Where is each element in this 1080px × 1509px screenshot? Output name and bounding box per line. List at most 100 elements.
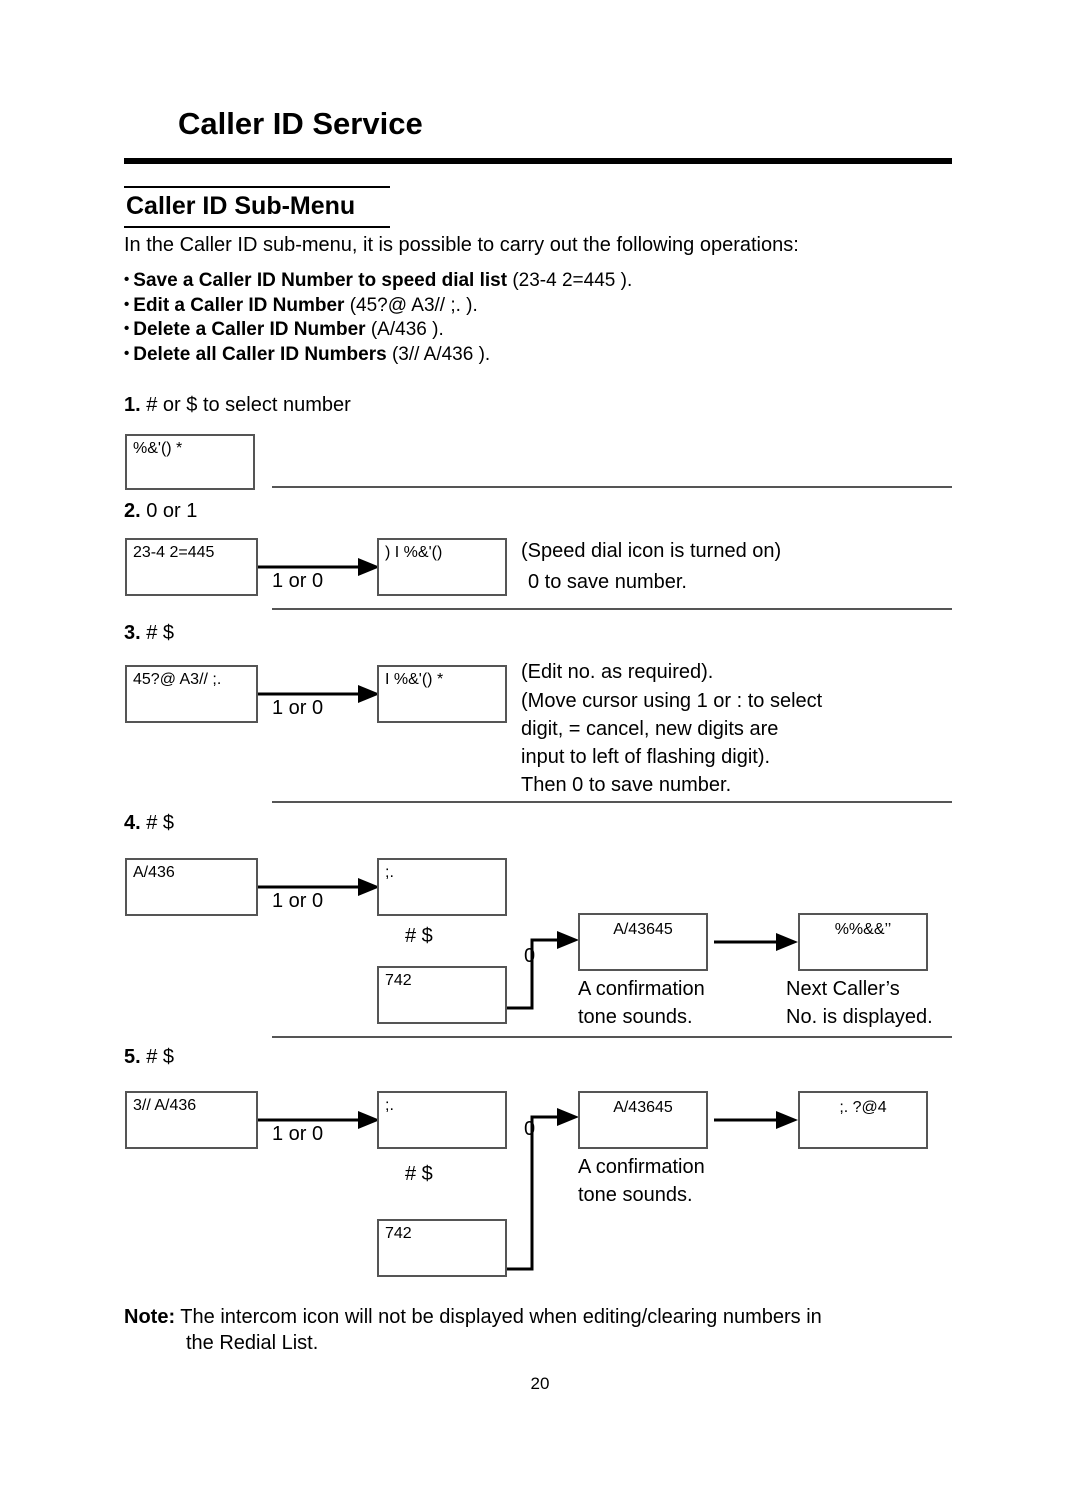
lcd-display-step4-before: A/436 <box>125 858 258 916</box>
lcd-text: A/43645 <box>613 1099 673 1116</box>
step3-note-5: Then 0 to save number. <box>521 774 732 796</box>
lcd-display-step5-next: ;. ?@4 <box>798 1091 928 1149</box>
bullet-lcd-text: (23-4 2=445 ). <box>512 270 633 291</box>
list-item: • Delete a Caller ID Number (A/436 ). <box>124 317 924 342</box>
lcd-display-step4-next: %%&&’’ <box>798 913 928 971</box>
step-3-number: 3. <box>124 622 141 644</box>
lcd-display-step2-after: ) I %&'() <box>377 538 507 596</box>
step3-connector-label: 1 or 0 <box>272 697 324 719</box>
page-number: 20 <box>530 1374 550 1393</box>
footer-note: Note: The intercom icon will not be disp… <box>124 1304 954 1356</box>
step-4-number: 4. <box>124 812 141 834</box>
lcd-text: %%&&’’ <box>834 921 892 938</box>
lcd-display-step5-before: 3// A/436 <box>125 1091 258 1149</box>
step5-branch-label: # $ <box>405 1163 433 1185</box>
bullet-lcd-text: (A/436 ). <box>370 319 444 340</box>
lcd-display-step4-confirm: ;. <box>377 858 507 916</box>
bullet-dot: • <box>124 320 130 337</box>
section-separator <box>272 1036 952 1038</box>
title-rule <box>124 158 952 164</box>
lcd-display-step5-yes: 742 <box>377 1219 507 1277</box>
bullet-label: Save a Caller ID Number to speed dial li… <box>133 270 508 291</box>
step-2-text: 0 or 1 <box>146 500 198 522</box>
step3-note-3: digit, = cancel, new digits are <box>521 718 779 740</box>
arrow-step4-2 <box>714 933 798 951</box>
section-rule-bottom <box>124 226 390 228</box>
bullet-lcd-text: (45?@ A3// ;. ). <box>349 294 478 316</box>
step4-branch-label: # $ <box>405 925 433 947</box>
lcd-display-step5-tone: A/43645 <box>578 1091 708 1149</box>
step4-note2-line2: No. is displayed. <box>786 1006 933 1028</box>
step-4-text: # $ <box>146 812 175 834</box>
step4-note1-line2: tone sounds. <box>578 1006 693 1028</box>
section-separator <box>272 486 952 488</box>
manual-page: Caller ID Service Caller ID Sub-Menu In … <box>0 0 1080 1509</box>
bullet-label: Delete all Caller ID Numbers <box>133 343 387 365</box>
lcd-text: I %&'() * <box>385 671 444 688</box>
page-title: Caller ID Service <box>178 106 423 141</box>
lcd-display-step4-tone: A/43645 <box>578 913 708 971</box>
step-1-text: # or $ to select number <box>146 394 351 416</box>
step3-note-2: (Move cursor using 1 or : to select <box>521 690 823 712</box>
bullet-dot: • <box>124 295 130 313</box>
step4-note1-line1: A confirmation <box>578 978 705 1000</box>
note-line-1: The intercom icon will not be displayed … <box>175 1306 822 1328</box>
lcd-display-step5-confirm: ;. <box>377 1091 507 1149</box>
step2-note-speeddial: (Speed dial icon is turned on) <box>521 540 782 562</box>
step-5-text: # $ <box>146 1046 175 1068</box>
list-item: • Edit a Caller ID Number (45?@ A3// ;. )… <box>124 293 924 318</box>
operations-list: • Save a Caller ID Number to speed dial l… <box>124 268 924 366</box>
lcd-text: A/436 <box>133 864 175 881</box>
step2-note-save: 0 to save number. <box>528 571 687 593</box>
bullet-lcd-text: (3// A/436 ). <box>391 343 491 365</box>
lcd-text: %&'() * <box>133 440 183 457</box>
step5-note1-line1: A confirmation <box>578 1156 705 1178</box>
step-2-label: 2. 0 or 1 <box>124 500 197 523</box>
note-label: Note: <box>124 1306 176 1328</box>
lcd-text: 45?@ A3// ;. <box>133 671 222 688</box>
step5-merge-label: 0 <box>524 1118 536 1140</box>
intro-paragraph: In the Caller ID sub-menu, it is possibl… <box>124 234 799 256</box>
lcd-text: 742 <box>385 972 412 989</box>
lcd-display-step2-before: 23-4 2=445 <box>125 538 258 596</box>
bullet-label: Edit a Caller ID Number <box>133 294 345 316</box>
bullet-dot: • <box>124 344 130 362</box>
list-item: • Delete all Caller ID Numbers (3// A/436… <box>124 342 924 367</box>
lcd-display-step3-before: 45?@ A3// ;. <box>125 665 258 723</box>
lcd-text: ;. ?@4 <box>839 1099 887 1116</box>
step-3-text: # $ <box>146 622 175 644</box>
list-item: • Save a Caller ID Number to speed dial l… <box>124 268 924 293</box>
lcd-display-step1: %&'() * <box>125 434 255 490</box>
lcd-display-step4-yes: 742 <box>377 966 507 1024</box>
arrow-step5-2 <box>714 1111 798 1129</box>
step-5-number: 5. <box>124 1046 141 1068</box>
lcd-display-step3-after: I %&'() * <box>377 665 507 723</box>
step3-note-4: input to left of flashing digit). <box>521 746 771 768</box>
step-4-label: 4. # $ <box>124 812 174 835</box>
step-5-label: 5. # $ <box>124 1046 174 1069</box>
bullet-dot: • <box>124 271 130 288</box>
lcd-text: 3// A/436 <box>133 1097 197 1114</box>
step-2-number: 2. <box>124 500 141 522</box>
section-title: Caller ID Sub-Menu <box>126 192 356 220</box>
lcd-text: ;. <box>385 1097 394 1114</box>
step2-connector-label: 1 or 0 <box>272 570 324 592</box>
step-1-label: 1. # or $ to select number <box>124 394 351 417</box>
lcd-text: ;. <box>385 864 394 881</box>
step3-note-1: (Edit no. as required). <box>521 661 714 683</box>
step4-merge-label: 0 <box>524 945 536 967</box>
bullet-label: Delete a Caller ID Number <box>133 319 366 340</box>
step4-note2-line1: Next Caller’s <box>786 978 900 1000</box>
lcd-text: 742 <box>385 1225 412 1242</box>
note-line-2: the Redial List. <box>186 1332 319 1354</box>
section-separator <box>272 801 952 803</box>
step-1-number: 1. <box>124 394 141 416</box>
section-rule-top <box>124 186 390 188</box>
lcd-text: 23-4 2=445 <box>133 544 215 561</box>
lcd-text: ) I %&'() <box>385 544 443 561</box>
section-separator <box>272 608 952 610</box>
step5-connector-label: 1 or 0 <box>272 1123 324 1145</box>
step5-note1-line2: tone sounds. <box>578 1184 693 1206</box>
step4-connector-label: 1 or 0 <box>272 890 324 912</box>
lcd-text: A/43645 <box>613 921 673 938</box>
